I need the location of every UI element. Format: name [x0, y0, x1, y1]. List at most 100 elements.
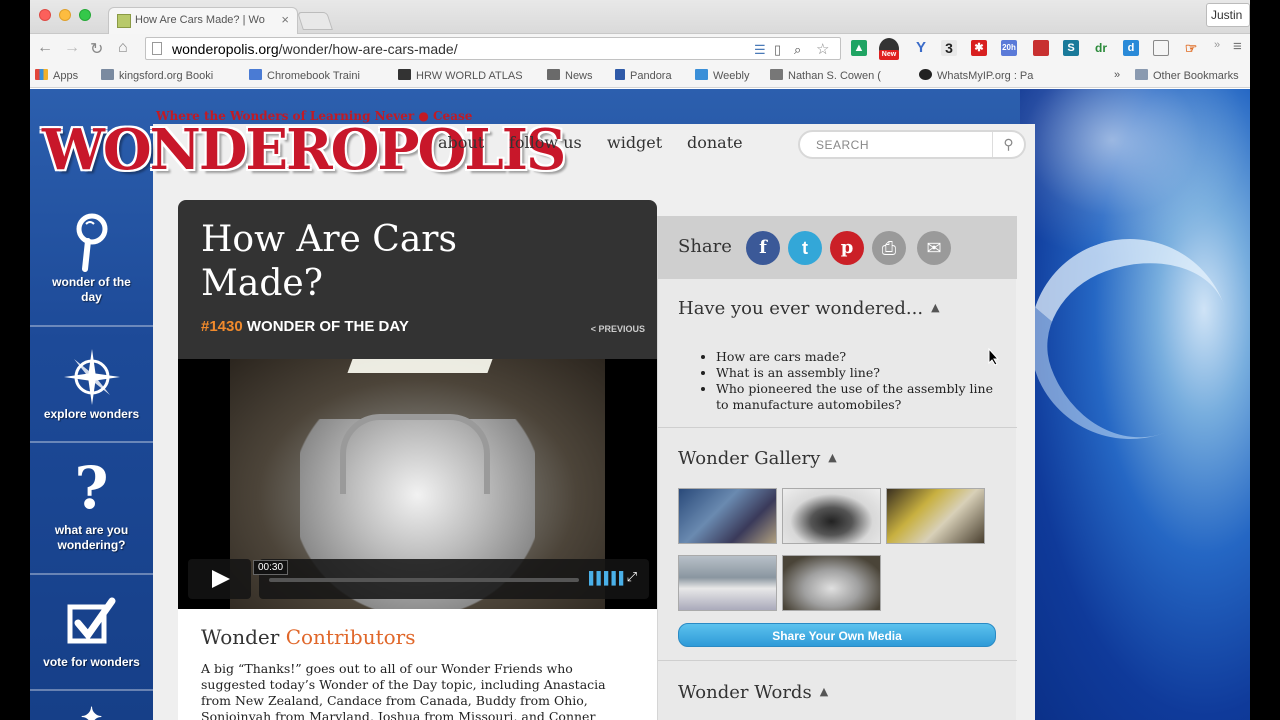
play-icon — [212, 570, 230, 588]
red-extension-icon[interactable] — [1033, 40, 1049, 56]
new-badge: New — [879, 50, 899, 60]
twitter-icon[interactable]: t — [788, 231, 822, 265]
nav-about[interactable]: about — [438, 133, 484, 152]
three-extension-icon[interactable]: 3 — [941, 40, 957, 56]
checkbox-icon — [67, 597, 115, 644]
d-extension-icon[interactable]: d — [1123, 40, 1139, 56]
sidebar-item-what-are-you-wondering[interactable]: ? what are you wondering? — [30, 443, 153, 575]
gallery-thumbnail[interactable] — [678, 555, 777, 611]
bookmark-other[interactable]: Other Bookmarks — [1135, 69, 1239, 82]
words-heading[interactable]: Wonder Words ▲ — [678, 682, 828, 703]
gallery-heading[interactable]: Wonder Gallery ▲ — [678, 448, 837, 469]
gallery-thumbnail[interactable] — [782, 488, 881, 544]
gallery-thumbnail[interactable] — [678, 488, 777, 544]
sidebar-item-explore-wonders[interactable]: explore wonders — [30, 327, 153, 443]
browser-tab-active[interactable]: How Are Cars Made? | Wo × — [108, 7, 298, 34]
home-icon[interactable]: ⌂ — [118, 39, 128, 57]
rss-icon[interactable]: ☰ — [754, 42, 766, 58]
close-window-button[interactable] — [39, 9, 51, 21]
magnifier-icon — [76, 213, 107, 272]
previous-link[interactable]: < PREVIOUS — [591, 324, 645, 334]
bookmarks-overflow-icon[interactable]: » — [1114, 69, 1120, 81]
email-icon[interactable]: ✉ — [917, 231, 951, 265]
cast-extension-icon[interactable] — [1153, 40, 1169, 56]
owl-icon — [398, 69, 411, 80]
list-item: What is an assembly line? — [716, 365, 1006, 381]
fullscreen-icon[interactable]: ⤢ — [627, 569, 637, 585]
asterisk-extension-icon[interactable]: ✱ — [971, 40, 987, 56]
share-your-own-media-button[interactable]: Share Your Own Media — [678, 623, 996, 647]
bookmark-weebly[interactable]: Weebly — [695, 69, 749, 82]
sidebar-label: explore wonders — [43, 407, 140, 421]
profile-button[interactable]: Justin — [1206, 3, 1250, 27]
nav-widget[interactable]: widget — [607, 133, 662, 152]
wonderopolis-logo[interactable]: Where the Wonders of Learning Never ● Ce… — [38, 97, 566, 202]
wonder-of-the-day-label: WONDER OF THE DAY — [246, 318, 409, 335]
address-bar[interactable]: wonderopolis.org/wonder/how-are-cars-mad… — [145, 37, 841, 60]
wonder-header: How Are Cars Made? #1430 WONDER OF THE D… — [178, 200, 657, 360]
collapse-icon[interactable]: ▲ — [931, 301, 939, 314]
gallery-thumbnail[interactable] — [886, 488, 985, 544]
video-progress-bar[interactable] — [269, 578, 579, 582]
wondered-heading[interactable]: Have you ever wondered... ▲ — [678, 298, 940, 319]
nav-donate[interactable]: donate — [687, 133, 743, 152]
search-box[interactable]: SEARCH ⚲ — [798, 130, 1026, 159]
wondered-section: Have you ever wondered...▲ How are cars … — [658, 279, 1017, 428]
pinterest-icon[interactable]: p — [830, 231, 864, 265]
bookmark-whatsmyip[interactable]: WhatsMyIP.org : Pa — [919, 69, 1033, 82]
speedtest-extension-icon[interactable]: New — [879, 38, 899, 60]
search-icon[interactable]: ⚲ — [992, 132, 1024, 157]
calendar-extension-icon[interactable]: 20h — [1001, 40, 1017, 56]
bookmark-hrw[interactable]: HRW WORLD ATLAS — [398, 69, 523, 82]
wonder-number: #1430 — [201, 318, 243, 335]
tab-close-icon[interactable]: × — [281, 12, 289, 27]
folder-icon — [1135, 69, 1148, 80]
forward-icon[interactable]: → — [64, 39, 80, 57]
sidebar-item-vote-for-wonders[interactable]: vote for wonders — [30, 575, 153, 691]
bookmark-kingsford[interactable]: kingsford.org Booki — [101, 69, 213, 82]
gallery-thumbnail[interactable] — [782, 555, 881, 611]
list-item: Who pioneered the use of the assembly li… — [716, 381, 1006, 413]
play-button[interactable] — [188, 559, 251, 599]
logo-wordmark: WONDEROPOLIS — [42, 117, 566, 183]
y-extension-icon[interactable]: Y — [913, 40, 929, 56]
hand-extension-icon[interactable]: ☞ — [1183, 40, 1199, 56]
collapse-icon[interactable]: ▲ — [828, 451, 836, 464]
tab-title: How Are Cars Made? | Wo — [135, 14, 265, 26]
drive-extension-icon[interactable]: ▲ — [851, 40, 867, 56]
weebly-icon — [695, 69, 708, 80]
minimize-window-button[interactable] — [59, 9, 71, 21]
bookmark-pandora[interactable]: Pandora — [615, 69, 672, 82]
collapse-icon[interactable]: ▲ — [820, 685, 828, 698]
search-page-icon[interactable]: ⌕ — [794, 42, 801, 58]
new-tab-button[interactable] — [297, 12, 333, 30]
volume-icon[interactable]: ▌▌▌▌▌ — [589, 571, 628, 585]
reload-icon[interactable]: ↻ — [90, 39, 103, 59]
dr-extension-icon[interactable]: dr — [1093, 40, 1109, 56]
favicon-icon — [117, 14, 131, 28]
sidebar: wonder of the day explore wonders ? what… — [30, 201, 153, 720]
nav-follow-us[interactable]: follow us — [509, 133, 582, 152]
facebook-icon[interactable]: f — [746, 231, 780, 265]
sidebar-label: what are you wondering? — [54, 523, 129, 552]
bookmark-nathan[interactable]: Nathan S. Cowen ( — [770, 69, 881, 82]
zoom-window-button[interactable] — [79, 9, 91, 21]
back-icon[interactable]: ← — [37, 39, 53, 57]
print-icon[interactable]: ⎙ — [872, 231, 906, 265]
bookmark-apps[interactable]: Apps — [35, 69, 78, 82]
s-extension-icon[interactable]: S — [1063, 40, 1079, 56]
video-player[interactable]: ▌▌▌▌▌ ⤢ 00:30 — [178, 359, 657, 609]
bookmark-star-icon[interactable]: ☆ — [816, 40, 829, 58]
page-icon — [152, 42, 162, 55]
video-time: 00:30 — [253, 560, 289, 575]
search-input[interactable]: SEARCH — [816, 138, 869, 152]
menu-icon[interactable]: ≡ — [1233, 38, 1242, 55]
browser-window: How Are Cars Made? | Wo × Justin ← → ↻ ⌂… — [30, 0, 1250, 720]
bookmark-chromebook[interactable]: Chromebook Traini — [249, 69, 360, 82]
sidebar-label: vote for wonders — [43, 655, 140, 669]
bookmark-news[interactable]: News — [547, 69, 593, 82]
sidebar-item-more[interactable]: ✦ — [30, 691, 153, 720]
extensions-overflow-icon[interactable]: » — [1214, 39, 1220, 51]
reader-icon[interactable]: ▯ — [774, 42, 781, 58]
sidebar-item-wonder-of-the-day[interactable]: wonder of the day — [30, 201, 153, 327]
